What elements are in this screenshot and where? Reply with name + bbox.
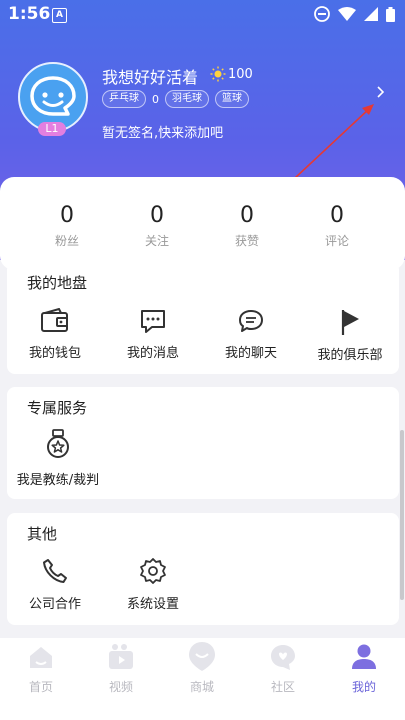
tag-count: 0 (152, 92, 159, 106)
battery-icon (386, 6, 395, 22)
messages-item[interactable]: 我的消息 (123, 308, 183, 361)
scrollbar[interactable] (400, 430, 404, 600)
tag-item: 篮球 (215, 90, 249, 108)
wallet-icon (41, 308, 68, 332)
chat-bubble-avatar-icon (30, 76, 76, 116)
profile-icon (352, 644, 376, 669)
gear-icon (140, 558, 166, 584)
territory-card: 我的地盘 我的钱包 我的消息 我的聊天 我的俱乐部 (7, 262, 399, 374)
tab-community[interactable]: 社区 (248, 642, 318, 695)
tab-profile[interactable]: 我的 (329, 642, 399, 695)
signal-icon (364, 7, 378, 21)
stat-followers[interactable]: 0 粉丝 (37, 203, 97, 249)
tab-home[interactable]: 首页 (6, 642, 76, 695)
bottom-tab-bar: 首页 视频 商城 社区 我的 (0, 638, 405, 720)
stats-card: 0 粉丝 0 关注 0 获赞 0 评论 (0, 177, 405, 270)
home-icon (30, 647, 52, 668)
tab-mall[interactable]: 商城 (167, 640, 237, 695)
wifi-icon (338, 7, 356, 21)
stat-likes[interactable]: 0 获赞 (217, 203, 277, 249)
phone-icon (43, 559, 67, 583)
video-icon (109, 644, 133, 669)
section-title: 专属服务 (27, 399, 88, 417)
section-title: 其他 (27, 525, 58, 543)
wallet-item[interactable]: 我的钱包 (25, 308, 85, 361)
message-icon (141, 310, 165, 333)
mall-icon (189, 642, 215, 671)
tab-video[interactable]: 视频 (86, 642, 156, 695)
medal-icon (47, 429, 69, 458)
services-card: 专属服务 我是教练/裁判 (7, 387, 399, 499)
settings-item[interactable]: 系统设置 (123, 557, 183, 612)
level-badge: L1 (38, 122, 66, 136)
signature[interactable]: 暂无签名,快来添加吧 (102, 122, 223, 141)
sun-icon (210, 66, 226, 82)
section-title: 我的地盘 (27, 274, 88, 292)
do-not-disturb-icon (314, 6, 330, 22)
flag-icon (341, 310, 359, 335)
chat-item[interactable]: 我的聊天 (221, 308, 281, 361)
sun-points: 100 (228, 66, 253, 82)
cooperation-item[interactable]: 公司合作 (25, 557, 85, 612)
status-badge: A (52, 8, 67, 23)
status-time: 1:56 (8, 4, 51, 24)
tag-item: 乒乓球 (102, 90, 146, 108)
status-bar: 1:56 A (0, 0, 405, 30)
chat-icon (239, 310, 263, 332)
sport-tags: 乒乓球 0 羽毛球 篮球 (102, 90, 249, 108)
stat-comments[interactable]: 0 评论 (307, 203, 367, 249)
tag-item: 羽毛球 (165, 90, 209, 108)
coach-referee-item[interactable]: 我是教练/裁判 (11, 429, 105, 488)
stat-following[interactable]: 0 关注 (127, 203, 187, 249)
club-item[interactable]: 我的俱乐部 (314, 308, 386, 363)
other-card: 其他 公司合作 系统设置 (7, 513, 399, 625)
username[interactable]: 我想好好活着 (102, 64, 198, 88)
community-icon (271, 645, 295, 670)
